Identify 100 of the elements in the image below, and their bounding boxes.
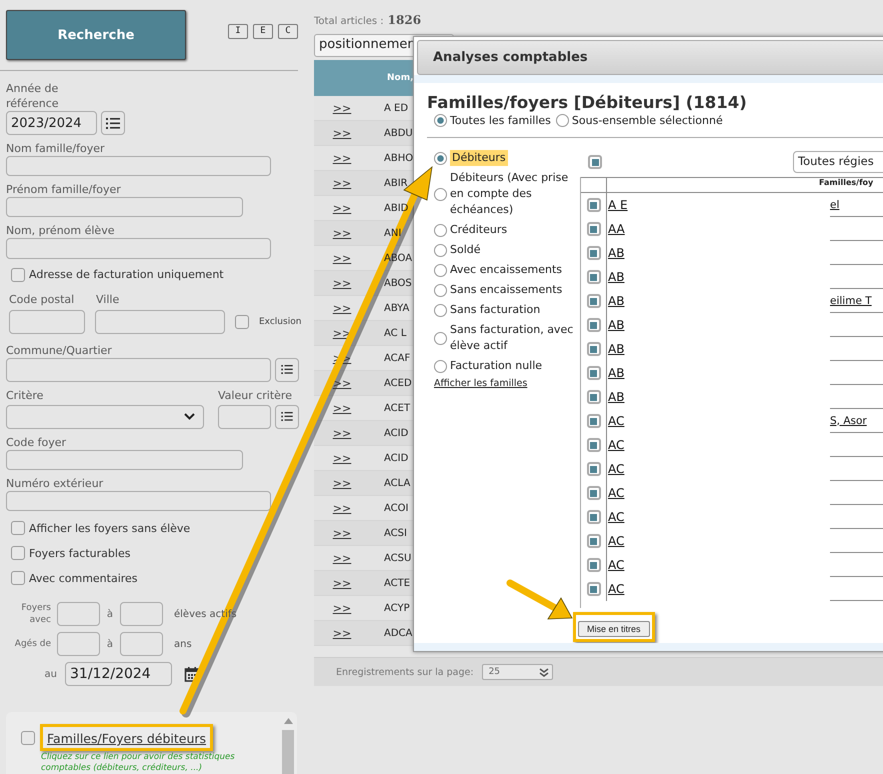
family-link[interactable]: AC <box>608 462 624 476</box>
radio-button[interactable] <box>434 264 447 276</box>
open-link[interactable]: >> <box>332 152 352 164</box>
text-field[interactable] <box>6 490 271 512</box>
family-link[interactable]: AB <box>608 366 624 380</box>
family-link[interactable]: AC <box>608 510 624 524</box>
row-checkbox[interactable] <box>586 198 600 212</box>
open-link[interactable]: >> <box>332 626 352 640</box>
mode-button[interactable]: I <box>228 24 248 38</box>
family-link[interactable]: eilime T <box>830 294 872 306</box>
criterion-select[interactable] <box>6 404 204 429</box>
date-field[interactable]: 31/12/2024 <box>65 662 172 686</box>
open-link[interactable]: >> <box>332 126 352 140</box>
text-field[interactable] <box>218 404 271 429</box>
list-button[interactable] <box>101 111 125 135</box>
open-link[interactable]: >> <box>332 576 352 590</box>
row-checkbox[interactable] <box>586 366 600 380</box>
row-checkbox[interactable] <box>586 534 600 548</box>
checkbox[interactable] <box>11 546 25 560</box>
text-field[interactable] <box>95 310 225 334</box>
checkbox[interactable] <box>11 521 25 536</box>
family-link[interactable]: AC <box>608 438 624 452</box>
open-link[interactable]: >> <box>332 226 352 240</box>
open-link[interactable]: >> <box>332 302 352 314</box>
row-checkbox[interactable] <box>586 222 600 236</box>
family-link[interactable]: AB <box>608 390 624 404</box>
family-link[interactable]: AB <box>608 270 624 284</box>
open-link[interactable]: >> <box>332 552 352 564</box>
row-checkbox[interactable] <box>586 438 600 452</box>
radio-button[interactable] <box>434 284 447 296</box>
family-link[interactable]: AB <box>608 246 624 260</box>
row-checkbox[interactable] <box>586 318 600 332</box>
show-families-link[interactable]: Afficher les familles <box>434 378 580 389</box>
row-checkbox[interactable] <box>586 558 600 572</box>
family-link[interactable]: AB <box>608 318 624 332</box>
row-checkbox[interactable] <box>586 582 600 596</box>
select-all-checkbox[interactable] <box>588 155 602 169</box>
radio-button[interactable] <box>556 114 569 127</box>
search-button[interactable]: Recherche <box>6 10 186 60</box>
radio-button[interactable] <box>434 188 447 200</box>
radio-button[interactable] <box>434 152 447 164</box>
calendar-icon[interactable] <box>184 666 200 682</box>
mode-button[interactable]: E <box>253 24 273 38</box>
open-link[interactable]: >> <box>332 476 352 490</box>
row-checkbox[interactable] <box>586 390 600 404</box>
open-link[interactable]: >> <box>332 176 352 190</box>
family-link[interactable]: AC <box>608 534 624 548</box>
open-link[interactable]: >> <box>332 502 352 514</box>
list-button[interactable] <box>275 358 299 382</box>
radio-button[interactable] <box>434 114 447 127</box>
open-link[interactable]: >> <box>332 402 352 414</box>
family-link[interactable]: AC <box>608 582 624 596</box>
family-link[interactable]: S, Asor <box>830 414 867 426</box>
family-link[interactable]: AC <box>608 558 624 572</box>
number-field[interactable] <box>57 632 100 656</box>
year-field[interactable]: 2023/2024 <box>6 111 97 135</box>
open-link[interactable]: >> <box>332 252 352 264</box>
text-field[interactable] <box>9 310 85 334</box>
text-field[interactable] <box>6 156 271 176</box>
row-checkbox[interactable] <box>586 294 600 308</box>
radio-button[interactable] <box>434 244 447 256</box>
scroll-up-icon[interactable] <box>284 718 292 724</box>
open-link[interactable]: >> <box>332 376 352 390</box>
titles-button[interactable]: Mise en titres <box>578 621 650 637</box>
regie-select[interactable]: Toutes régies <box>793 151 883 173</box>
row-checkbox[interactable] <box>586 246 600 260</box>
row-checkbox[interactable] <box>586 342 600 356</box>
family-link[interactable]: el <box>830 198 840 210</box>
radio-button[interactable] <box>434 360 447 372</box>
text-field[interactable] <box>6 238 271 259</box>
radio-button[interactable] <box>434 224 447 236</box>
checkbox[interactable] <box>11 571 25 586</box>
mode-button[interactable]: C <box>278 24 298 38</box>
row-checkbox[interactable] <box>586 486 600 500</box>
open-link[interactable]: >> <box>332 602 352 614</box>
open-link[interactable]: >> <box>332 102 352 114</box>
family-link[interactable]: AC <box>608 414 624 428</box>
row-checkbox[interactable] <box>586 414 600 428</box>
number-field[interactable] <box>120 632 163 656</box>
row-checkbox[interactable] <box>586 510 600 524</box>
row-checkbox[interactable] <box>586 270 600 284</box>
list-button[interactable] <box>275 404 299 429</box>
number-field[interactable] <box>57 602 100 626</box>
open-link[interactable]: >> <box>332 452 352 464</box>
checkbox[interactable] <box>235 314 249 329</box>
number-field[interactable] <box>120 602 163 626</box>
family-link[interactable]: AC <box>608 486 624 500</box>
family-link[interactable]: AB <box>608 342 624 356</box>
family-link[interactable]: A E <box>608 198 628 212</box>
open-link[interactable]: >> <box>332 526 352 540</box>
family-link[interactable]: AA <box>608 222 625 236</box>
radio-button[interactable] <box>434 332 447 344</box>
statistics-link[interactable]: Familles/Foyers débiteurs <box>47 731 206 746</box>
open-link[interactable]: >> <box>332 426 352 440</box>
text-field[interactable] <box>6 450 243 470</box>
open-link[interactable]: >> <box>332 202 352 214</box>
radio-button[interactable] <box>434 304 447 316</box>
text-field[interactable] <box>6 358 271 382</box>
family-link[interactable]: AB <box>608 294 624 308</box>
open-link[interactable]: >> <box>332 276 352 290</box>
